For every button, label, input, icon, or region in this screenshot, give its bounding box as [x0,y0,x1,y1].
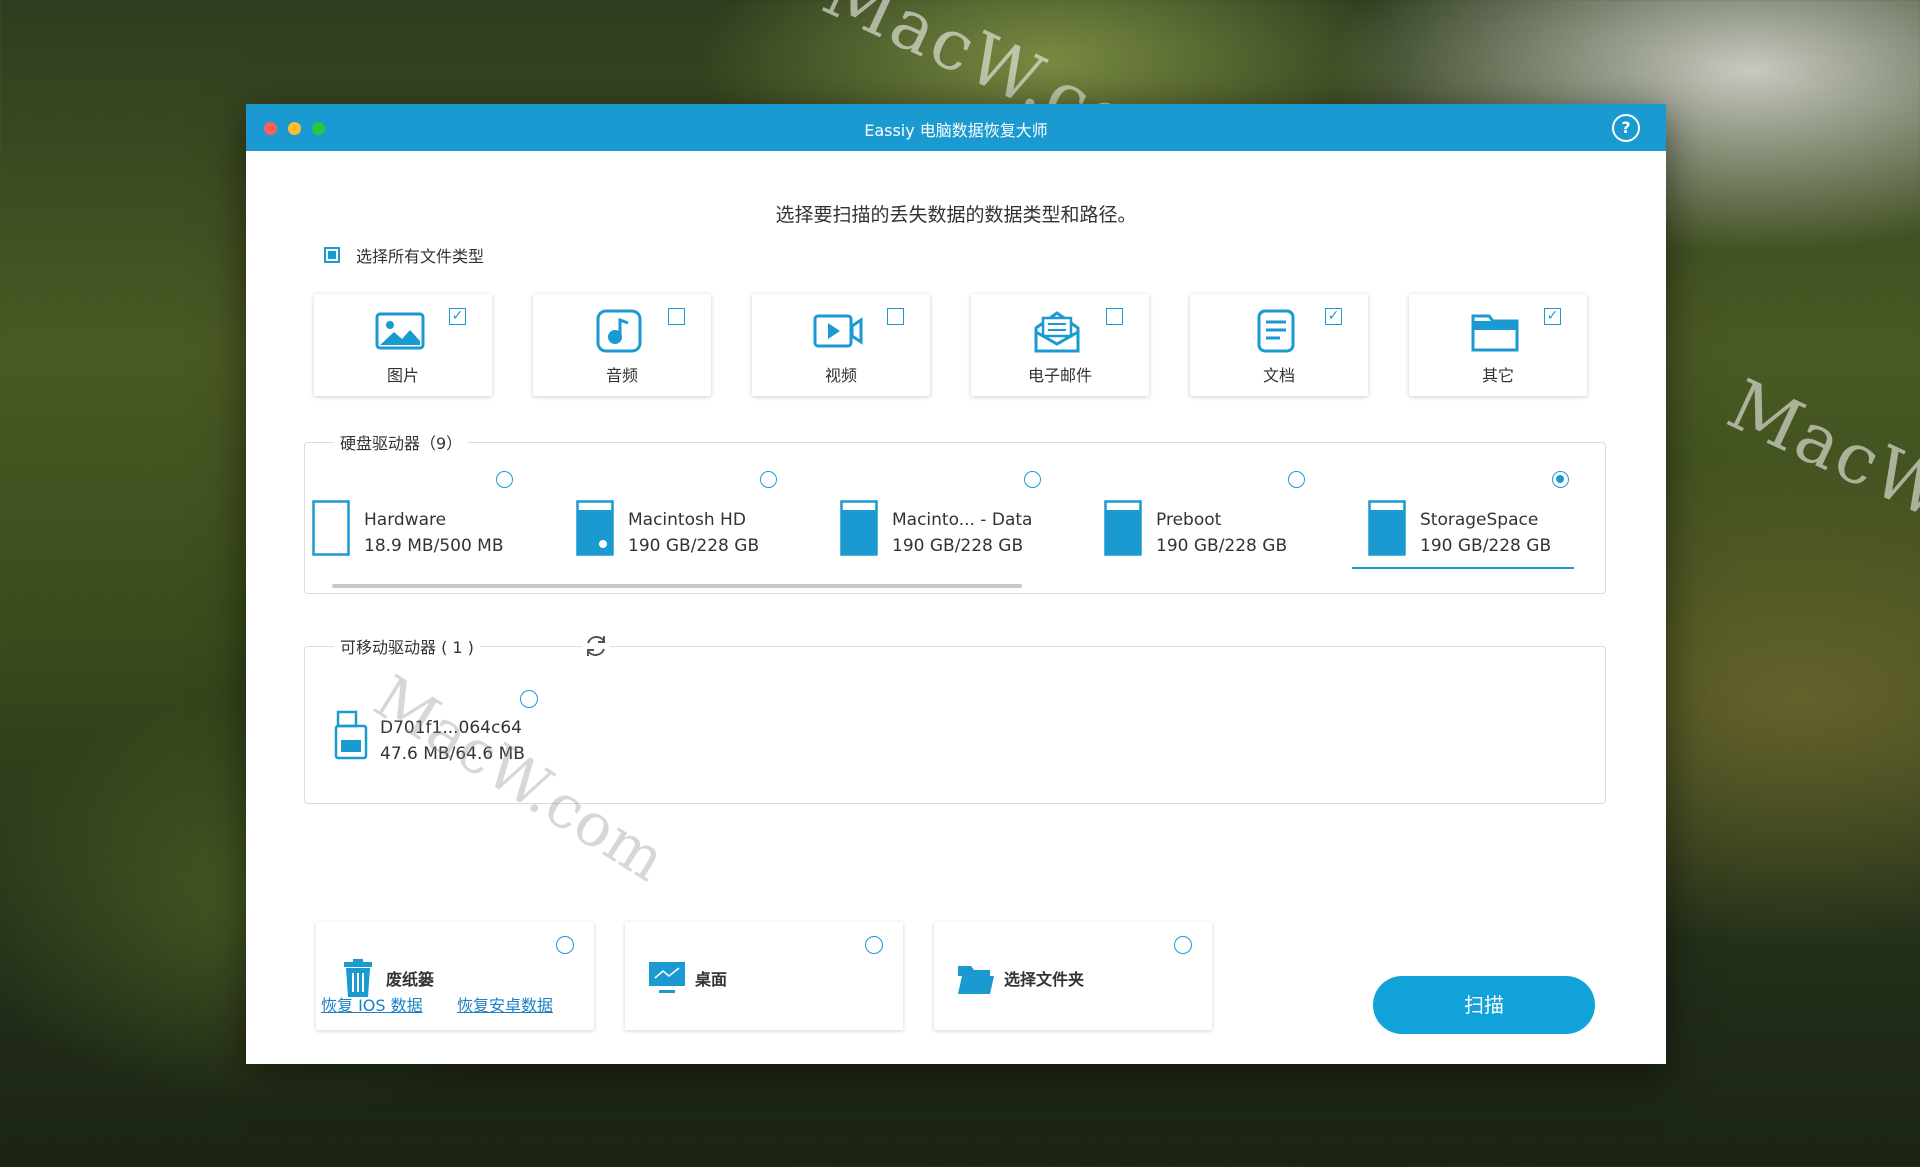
hard-drives-label: 硬盘驱动器（9） [334,430,469,454]
file-type-image[interactable]: ✓ 图片 [314,294,492,396]
folder-icon [1471,314,1519,352]
document-type-checkbox[interactable]: ✓ [1325,308,1342,325]
file-type-email[interactable]: 电子邮件 [971,294,1149,396]
select-folder-radio[interactable] [1174,936,1192,954]
audio-icon [596,309,642,353]
image-icon [375,312,425,350]
wallpaper-watermark: MacW.c [1716,363,1920,559]
recover-android-link[interactable]: 恢复安卓数据 [457,992,553,1016]
drive-radio[interactable] [496,471,513,488]
video-type-checkbox[interactable] [887,308,904,325]
select-all-types[interactable]: 选择所有文件类型 [324,240,484,270]
scan-button[interactable]: 扫描 [1373,976,1595,1034]
removable-drives-label: 可移动驱动器 ( 1 ) [334,634,480,658]
file-type-label: 文档 [1262,366,1295,385]
drive-size: 18.9 MB/500 MB [364,536,504,556]
file-type-video[interactable]: 视频 [752,294,930,396]
desktop-radio[interactable] [865,936,883,954]
file-type-label: 图片 [386,366,419,385]
desktop-icon [649,962,685,993]
select-all-checkbox[interactable] [324,247,340,263]
page-headline: 选择要扫描的丢失数据的数据类型和路径。 [775,204,1137,226]
file-type-label: 音频 [605,366,638,385]
drive-name: Macintosh HD [628,510,746,530]
shortcut-select-folder[interactable]: 选择文件夹 [934,922,1212,1030]
audio-type-checkbox[interactable] [668,308,685,325]
drive-radio[interactable] [1288,471,1305,488]
drive-size: 190 GB/228 GB [892,536,1024,556]
drive-name: D701f1...064c64 [380,718,522,738]
refresh-icon[interactable] [582,632,610,660]
file-type-document[interactable]: ✓ 文档 [1190,294,1368,396]
document-icon [1257,309,1295,353]
drive-hardware[interactable]: Hardware 18.9 MB/500 MB [312,466,562,556]
image-type-checkbox[interactable]: ✓ [449,308,466,325]
shortcut-label: 选择文件夹 [1004,970,1085,989]
drive-storagespace[interactable]: StorageSpace 190 GB/228 GB [1368,466,1618,556]
help-icon[interactable]: ? [1612,114,1640,142]
drive-icon [312,500,350,556]
removable-drive-item[interactable]: D701f1...064c64 47.6 MB/64.6 MB [334,684,574,784]
window-title: Eassiy 电脑数据恢复大师 [864,121,1048,140]
shortcut-desktop[interactable]: 桌面 [625,922,903,1030]
file-type-audio[interactable]: 音频 [533,294,711,396]
shortcut-label: 废纸篓 [386,970,435,989]
video-icon [813,314,863,348]
selected-drive-underline [1352,567,1574,569]
title-bar: Eassiy 电脑数据恢复大师 ? [246,104,1666,151]
drive-name: Preboot [1156,510,1222,530]
file-type-label: 视频 [824,366,857,385]
drive-icon [1104,500,1142,556]
drive-radio[interactable] [760,471,777,488]
drive-size: 47.6 MB/64.6 MB [380,744,525,764]
drive-size: 190 GB/228 GB [628,536,760,556]
drive-macintosh-data[interactable]: Macinto... - Data 190 GB/228 GB [840,466,1090,556]
other-type-checkbox[interactable]: ✓ [1544,308,1561,325]
trash-radio[interactable] [556,936,574,954]
drive-name: Hardware [364,510,447,530]
drives-scrollbar[interactable] [332,584,1022,588]
removable-drive-radio[interactable] [520,690,538,708]
open-folder-icon [958,966,994,994]
email-type-checkbox[interactable] [1106,308,1123,325]
drive-name: Macinto... - Data [892,510,1033,530]
drive-size: 190 GB/228 GB [1156,536,1288,556]
drive-icon [1368,500,1406,556]
drive-name: StorageSpace [1420,510,1539,530]
drive-radio[interactable] [1024,471,1041,488]
drive-icon [576,500,614,556]
app-window: Eassiy 电脑数据恢复大师 ? 选择要扫描的丢失数据的数据类型和路径。 选择… [246,104,1666,1064]
drive-macintosh-hd[interactable]: Macintosh HD 190 GB/228 GB [576,466,826,556]
drive-icon [840,500,878,556]
recover-ios-link[interactable]: 恢复 IOS 数据 [321,992,423,1016]
drive-size: 190 GB/228 GB [1420,536,1552,556]
shortcut-label: 桌面 [695,970,728,989]
email-icon [1034,311,1080,353]
select-all-label: 选择所有文件类型 [356,247,485,266]
file-type-label: 电子邮件 [1027,366,1092,385]
file-type-other[interactable]: ✓ 其它 [1409,294,1587,396]
drive-preboot[interactable]: Preboot 190 GB/228 GB [1104,466,1354,556]
usb-drive-icon [334,710,368,760]
drive-radio-selected[interactable] [1552,471,1569,488]
file-type-label: 其它 [1481,366,1514,385]
